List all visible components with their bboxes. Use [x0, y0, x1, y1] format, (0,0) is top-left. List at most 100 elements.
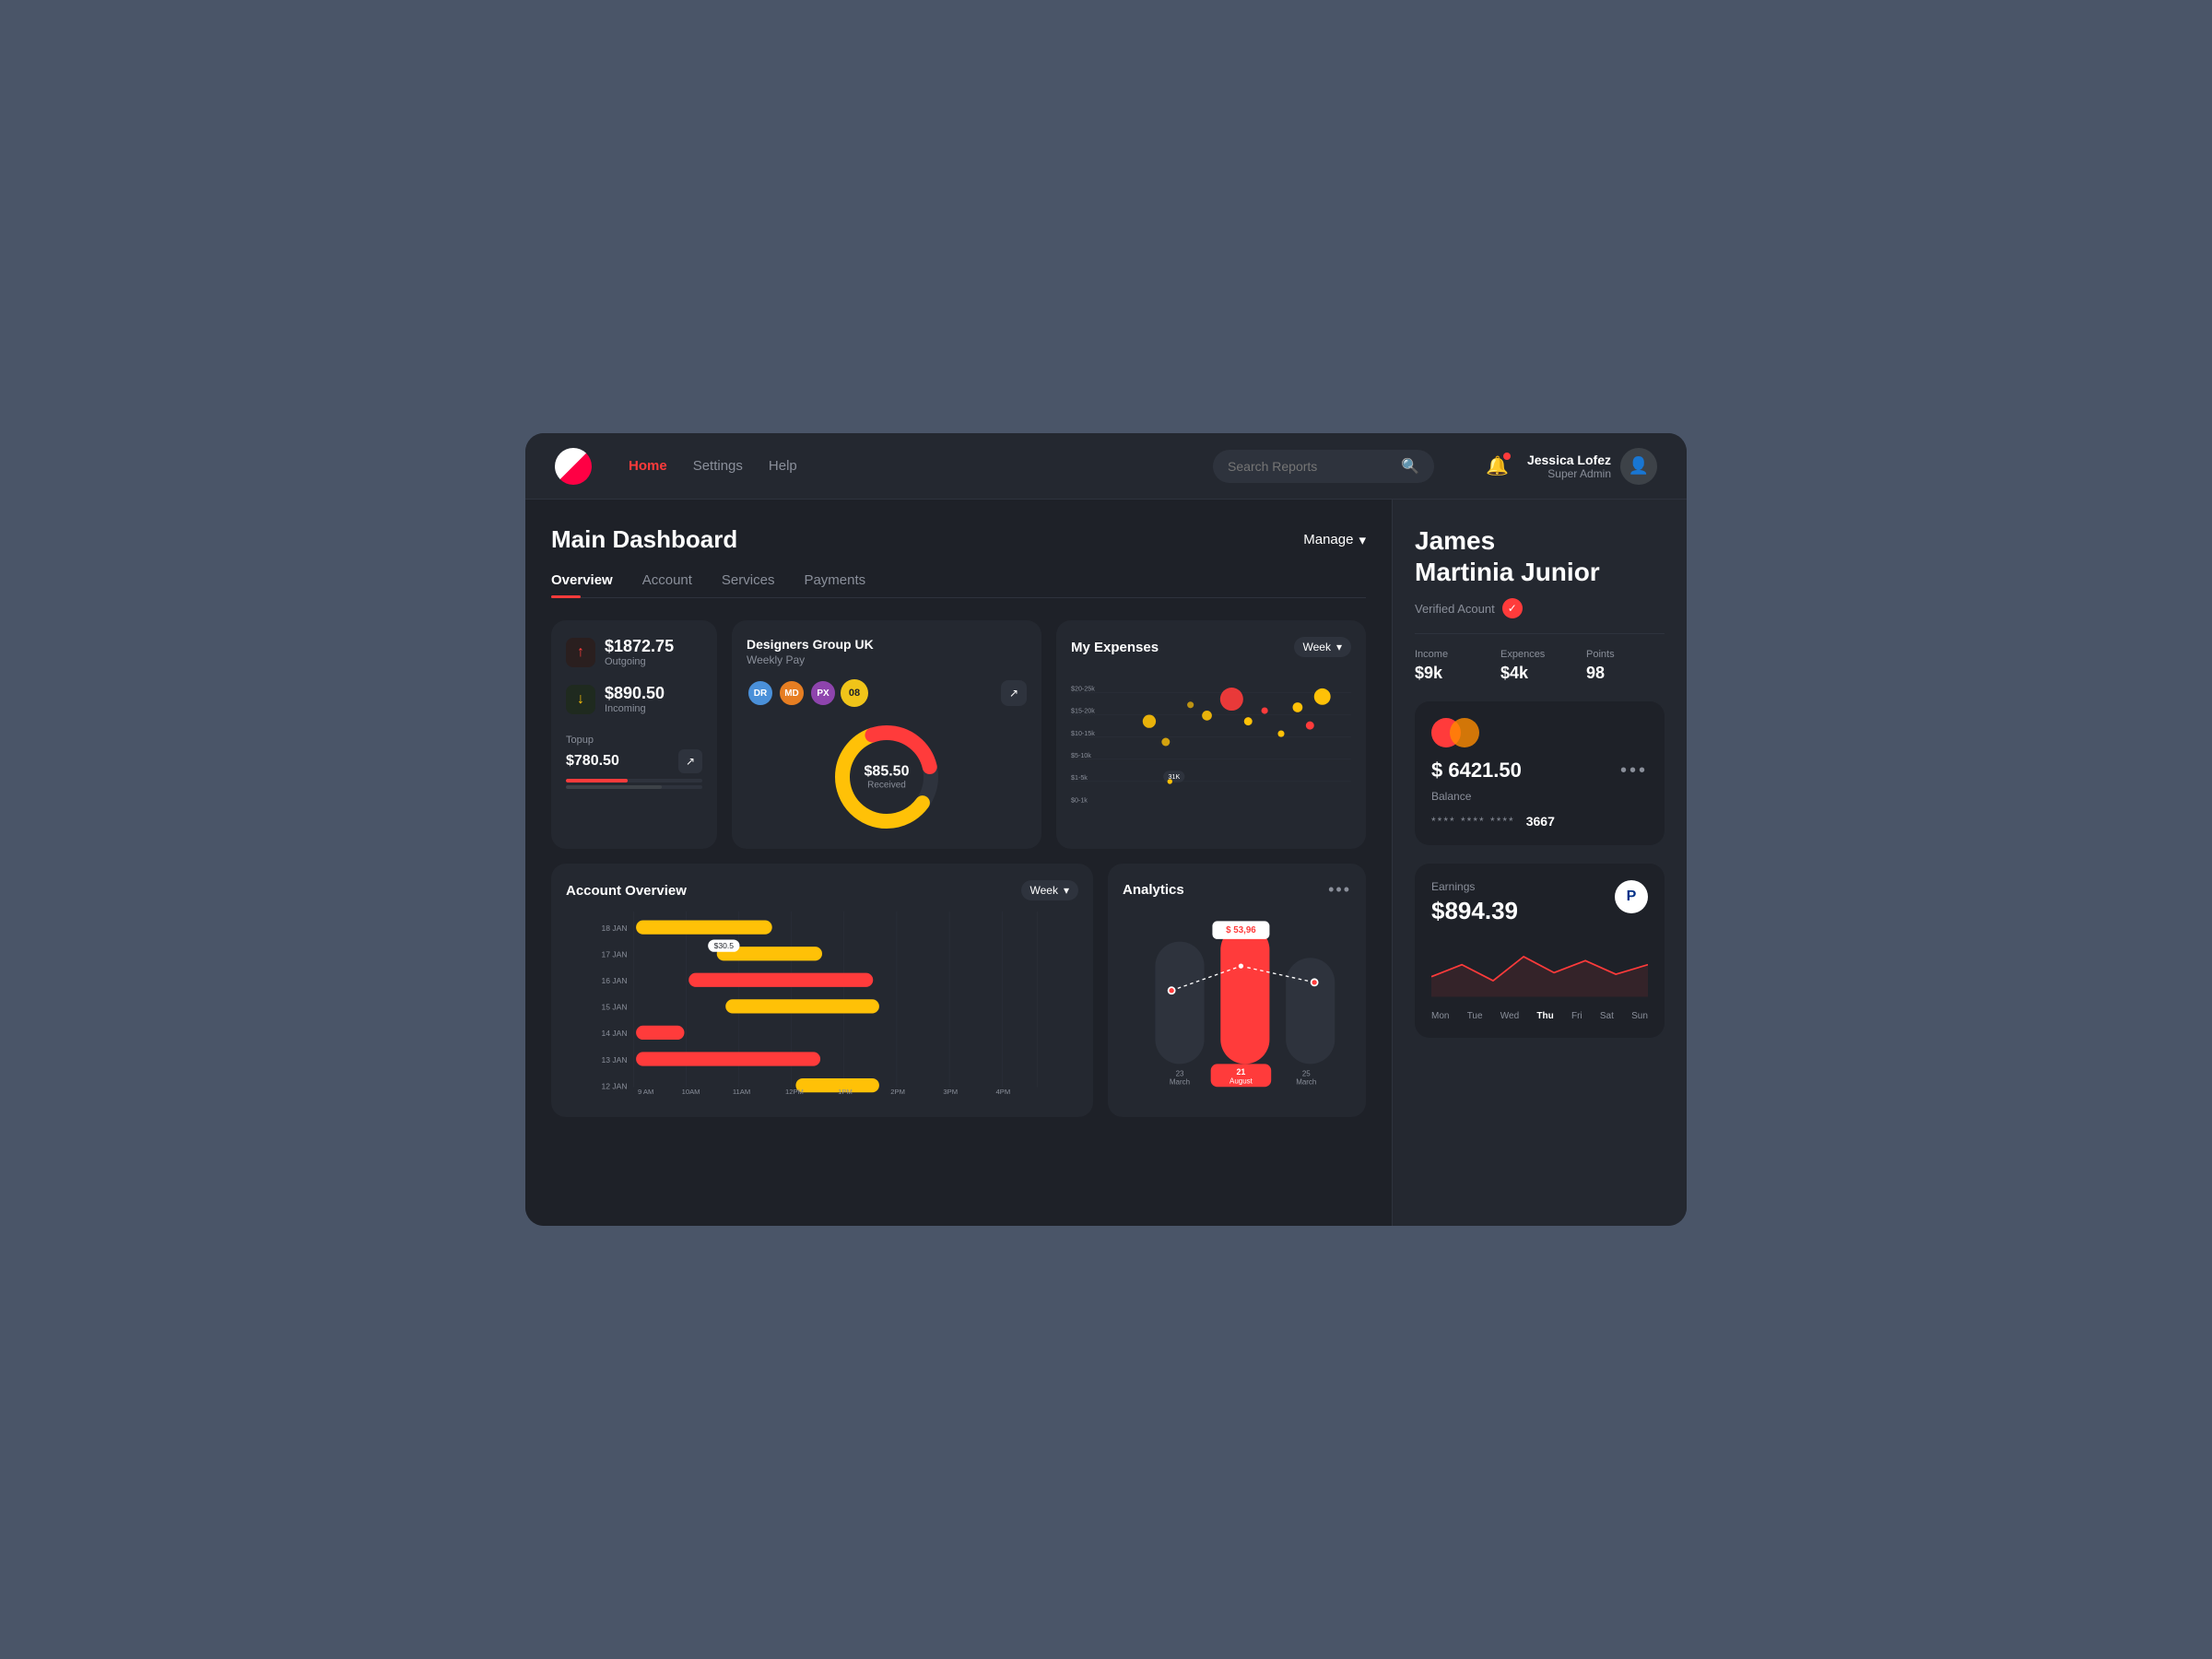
profile-stats: Income $9k Expences $4k Points 98 [1415, 633, 1665, 683]
earnings-day-thu: Thu [1536, 1011, 1553, 1021]
donut-chart: $85.50 Received [831, 722, 942, 832]
svg-text:$15-20k: $15-20k [1071, 708, 1095, 715]
income-value: $9k [1415, 664, 1493, 683]
gantt-chart: 18 JAN 17 JAN 16 JAN 15 JAN 14 JAN 13 JA… [566, 912, 1078, 1096]
avatar-md: MD [778, 679, 806, 707]
right-panel: James Martinia Junior Verified Acount ✓ … [1392, 500, 1687, 1226]
analytics-title: Analytics [1123, 882, 1184, 898]
svg-text:March: March [1170, 1078, 1190, 1087]
bottom-row: Account Overview Week ▾ 18 JAN 17 JAN 16… [551, 864, 1366, 1117]
earnings-day-fri: Fri [1571, 1011, 1583, 1021]
earnings-days: Mon Tue Wed Thu Fri Sat Sun [1431, 1011, 1648, 1021]
earnings-day-sat: Sat [1600, 1011, 1614, 1021]
card-dots: **** **** **** [1431, 815, 1515, 828]
navbar: Home Settings Help 🔍 🔔 Jessica Lofez Sup… [525, 433, 1687, 500]
svg-text:14 JAN: 14 JAN [601, 1029, 627, 1038]
donut-center: $85.50 Received [865, 764, 910, 791]
chevron-down-icon: ▾ [1336, 641, 1342, 653]
earnings-day-wed: Wed [1500, 1011, 1519, 1021]
income-stat: Income $9k [1415, 649, 1493, 683]
earnings-day-sun: Sun [1631, 1011, 1648, 1021]
nav-settings[interactable]: Settings [693, 458, 743, 474]
points-label: Points [1586, 649, 1665, 660]
topup-label: Topup [566, 735, 702, 746]
svg-text:2PM: 2PM [890, 1088, 905, 1096]
svg-text:11AM: 11AM [733, 1088, 750, 1096]
avatar-px: PX [809, 679, 837, 707]
account-overview-card: Account Overview Week ▾ 18 JAN 17 JAN 16… [551, 864, 1093, 1117]
svg-text:25: 25 [1302, 1070, 1311, 1078]
search-icon: 🔍 [1401, 457, 1419, 476]
nav-home[interactable]: Home [629, 458, 667, 474]
dashboard-header: Main Dashboard Manage ▾ [551, 525, 1366, 554]
chevron-down-icon: ▾ [1359, 532, 1366, 548]
bell-icon[interactable]: 🔔 [1486, 454, 1509, 477]
more-options-button[interactable]: ••• [1328, 880, 1351, 900]
svg-text:12PM: 12PM [785, 1088, 804, 1096]
card-section: $ 6421.50 ••• Balance **** **** **** 366… [1415, 701, 1665, 845]
earnings-line-chart [1431, 936, 1648, 1001]
tab-overview[interactable]: Overview [551, 572, 613, 597]
progress-fill-2 [566, 785, 662, 789]
svg-text:1PM: 1PM [838, 1088, 853, 1096]
outgoing-stat: ↑ $1872.75 Outgoing [566, 637, 702, 667]
svg-text:$1-5k: $1-5k [1071, 774, 1088, 782]
paypal-icon: P [1615, 880, 1648, 913]
svg-text:$0-1k: $0-1k [1071, 796, 1088, 804]
weekly-pay-subtitle: Weekly Pay [747, 653, 1027, 666]
tab-services[interactable]: Services [722, 572, 775, 597]
avatar-dr: DR [747, 679, 774, 707]
topup-button[interactable]: ↗ [678, 749, 702, 773]
outgoing-label: Outgoing [605, 656, 674, 667]
profile-section: James Martinia Junior Verified Acount ✓ … [1415, 525, 1665, 683]
svg-text:9 AM: 9 AM [638, 1088, 653, 1096]
account-week-selector[interactable]: Week ▾ [1021, 880, 1079, 900]
income-label: Income [1415, 649, 1493, 660]
expenses-scatter-chart: $20-25k $15-20k $10-15k $5-10k $1-5k $0-… [1071, 668, 1351, 816]
logo-icon [555, 448, 592, 485]
search-input[interactable] [1228, 459, 1392, 474]
nav-right: 🔔 Jessica Lofez Super Admin 👤 [1486, 448, 1657, 485]
svg-text:18 JAN: 18 JAN [601, 924, 627, 933]
avatar-group: DR MD PX 08 ↗ [747, 679, 1027, 707]
progress-bar-2 [566, 785, 702, 789]
svg-text:13 JAN: 13 JAN [601, 1055, 627, 1065]
main-layout: Main Dashboard Manage ▾ Overview Account… [525, 500, 1687, 1226]
tab-payments[interactable]: Payments [804, 572, 865, 597]
svg-text:3PM: 3PM [943, 1088, 958, 1096]
card-last-digits: 3667 [1526, 814, 1555, 829]
tab-account[interactable]: Account [642, 572, 692, 597]
svg-text:$ 53,96: $ 53,96 [1226, 925, 1256, 935]
week-selector[interactable]: Week ▾ [1294, 637, 1352, 657]
svg-text:March: March [1296, 1078, 1316, 1087]
topup-amount: $780.50 [566, 753, 619, 770]
donut-wrapper: $85.50 Received [747, 722, 1027, 832]
earnings-header: Earnings $894.39 P [1431, 880, 1648, 925]
balance-amount: $ 6421.50 [1431, 759, 1522, 782]
topup-section: Topup $780.50 ↗ [566, 735, 702, 789]
donut-label: Received [865, 781, 910, 791]
stats-card: ↑ $1872.75 Outgoing ↓ $890.50 Incoming [551, 620, 717, 849]
nav-help[interactable]: Help [769, 458, 797, 474]
analytics-card: Analytics ••• $ 53,96 [1108, 864, 1366, 1117]
expenses-card: My Expenses Week ▾ $2 [1056, 620, 1366, 849]
svg-text:12 JAN: 12 JAN [601, 1081, 627, 1090]
points-stat: Points 98 [1586, 649, 1665, 683]
incoming-amount: $890.50 [605, 684, 665, 703]
search-bar: 🔍 [1213, 450, 1434, 483]
expenses-header: My Expenses Week ▾ [1071, 637, 1351, 657]
weekly-pay-card: Designers Group UK Weekly Pay DR MD PX 0… [732, 620, 1041, 849]
profile-name: James Martinia Junior [1415, 525, 1665, 587]
page-title: Main Dashboard [551, 525, 737, 554]
arrow-button[interactable]: ↗ [1001, 680, 1027, 706]
points-value: 98 [1586, 664, 1665, 683]
expenses-stat: Expences $4k [1500, 649, 1579, 683]
card-options-button[interactable]: ••• [1620, 760, 1648, 782]
manage-button[interactable]: Manage ▾ [1303, 532, 1366, 548]
earnings-amount: $894.39 [1431, 897, 1518, 925]
mastercard-icon [1431, 718, 1648, 747]
donut-amount: $85.50 [865, 764, 910, 781]
expenses-label: Expences [1500, 649, 1579, 660]
svg-text:$20-25k: $20-25k [1071, 686, 1095, 693]
earnings-label: Earnings [1431, 880, 1518, 893]
